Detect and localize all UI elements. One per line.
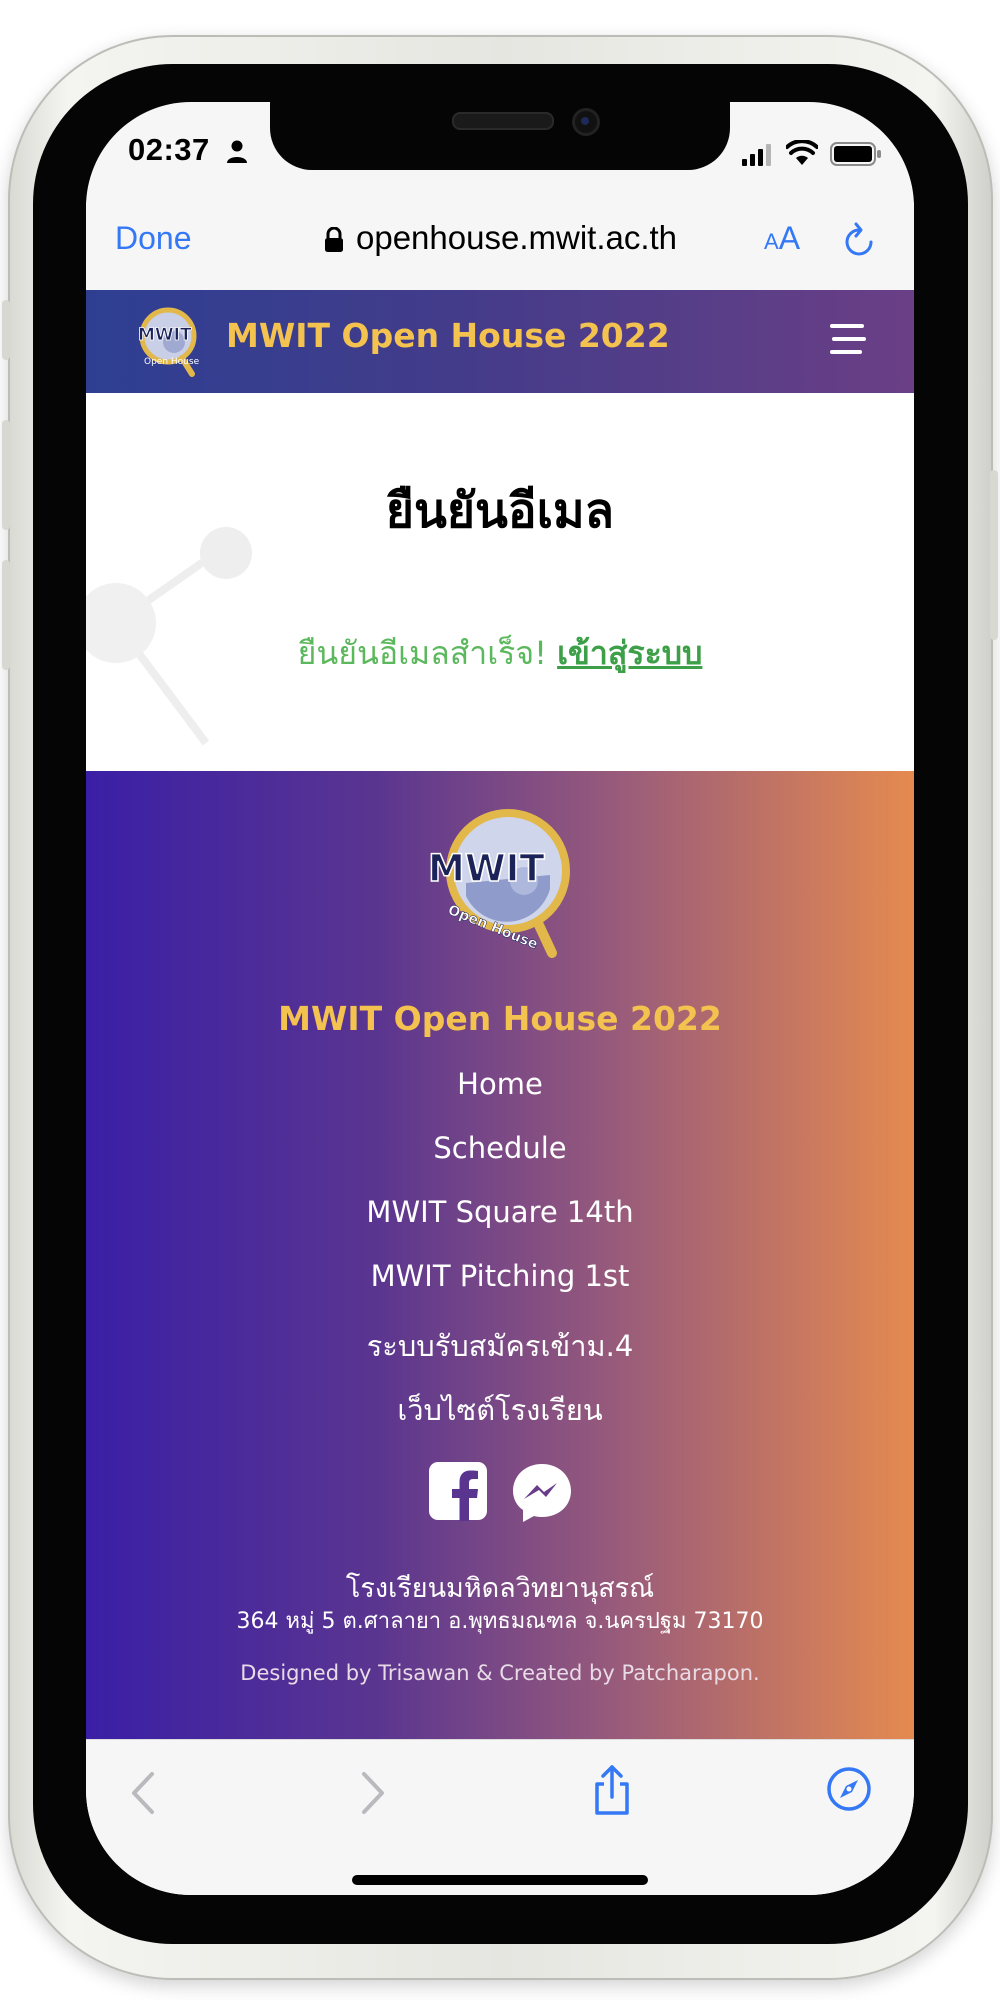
person-icon: [227, 140, 247, 163]
footer-link-mwit-pitching[interactable]: MWIT Pitching 1st: [86, 1259, 914, 1323]
mwit-logo-icon[interactable]: MWIT Open House: [132, 304, 202, 378]
wifi-icon: [786, 140, 818, 165]
footer-link-admission[interactable]: ระบบรับสมัครเข้าม.4: [86, 1323, 914, 1387]
front-camera: [572, 108, 600, 136]
main-content: ยืนยันอีเมล ยืนยันอีเมลสำเร็จ! เข้าสู่ระ…: [86, 393, 914, 771]
battery-icon: [830, 142, 881, 166]
site-header: MWIT Open House MWIT Open House 2022: [86, 290, 914, 393]
url-text[interactable]: openhouse.mwit.ac.th: [356, 219, 677, 257]
status-time: 02:37: [128, 132, 210, 167]
reload-icon[interactable]: [842, 221, 876, 259]
facebook-icon[interactable]: [428, 1461, 488, 1521]
hamburger-menu-icon[interactable]: [830, 324, 866, 358]
forward-arrow-icon[interactable]: [358, 1770, 388, 1816]
text-size-small-a: A: [764, 229, 779, 254]
text-size-button[interactable]: AA: [764, 220, 800, 257]
share-icon[interactable]: [592, 1764, 632, 1816]
footer-link-mwit-square[interactable]: MWIT Square 14th: [86, 1195, 914, 1259]
svg-text:MWIT: MWIT: [428, 847, 545, 890]
svg-text:MWIT: MWIT: [138, 325, 192, 345]
page-title: ยืนยันอีเมล: [385, 483, 615, 539]
volume-up-button: [2, 420, 10, 530]
mute-switch: [2, 300, 10, 360]
footer-link-schedule[interactable]: Schedule: [86, 1131, 914, 1195]
footer-nav: Home Schedule MWIT Square 14th MWIT Pitc…: [86, 1067, 914, 1451]
camera-notch: [270, 102, 730, 170]
done-button[interactable]: Done: [115, 220, 192, 257]
lock-icon: [325, 227, 343, 252]
browser-toolbar: [86, 1739, 914, 1895]
power-button: [990, 470, 998, 640]
header-title[interactable]: MWIT Open House 2022: [226, 316, 670, 355]
messenger-icon[interactable]: [510, 1461, 574, 1525]
text-size-large-a: A: [778, 220, 801, 256]
school-address: 364 หมู่ 5 ต.ศาลายา อ.พุทธมณฑล จ.นครปฐม …: [236, 1609, 764, 1634]
site-credits: Designed by Trisawan & Created by Patcha…: [240, 1661, 760, 1685]
phone-screen: 02:37 Done openhouse.mwit.ac.th AA MWIT …: [86, 102, 914, 1895]
footer-link-home[interactable]: Home: [86, 1067, 914, 1131]
svg-text:Open House: Open House: [144, 357, 200, 367]
login-link[interactable]: เข้าสู่ระบบ: [557, 634, 702, 672]
site-footer: MWIT Open House MWIT Open House 2022 Hom…: [86, 771, 914, 1739]
signal-icon: [742, 144, 771, 166]
mwit-open-house-logo-icon: MWIT Open House: [427, 809, 570, 958]
speaker-grille: [452, 112, 554, 130]
footer-link-school-website[interactable]: เว็บไซต์โรงเรียน: [86, 1387, 914, 1451]
home-indicator[interactable]: [352, 1875, 648, 1885]
verify-message: ยืนยันอีเมลสำเร็จ! เข้าสู่ระบบ: [86, 628, 914, 679]
back-arrow-icon[interactable]: [128, 1770, 158, 1816]
compass-icon[interactable]: [826, 1766, 872, 1812]
footer-title: MWIT Open House 2022: [278, 999, 722, 1038]
success-text: ยืนยันอีเมลสำเร็จ!: [297, 634, 547, 672]
social-links: [86, 1461, 914, 1525]
volume-down-button: [2, 560, 10, 670]
